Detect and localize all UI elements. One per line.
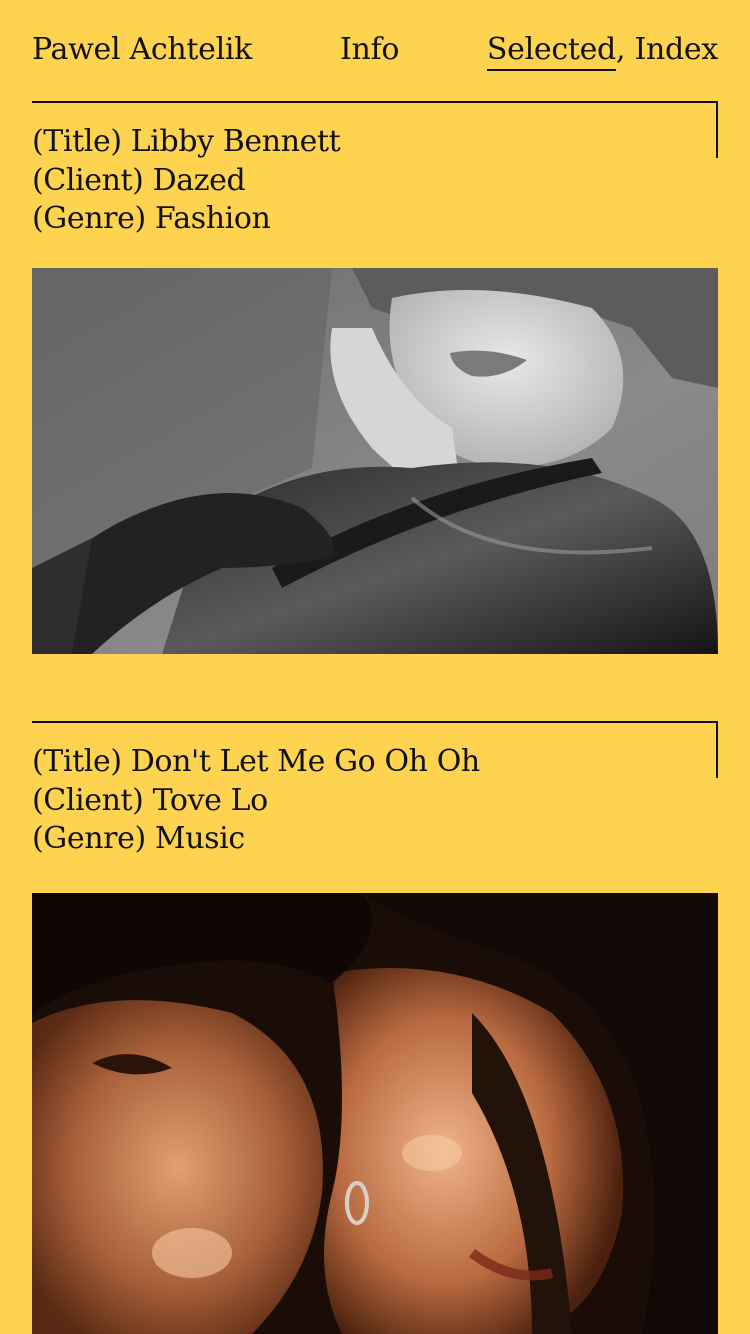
genre-label: (Genre) xyxy=(32,821,146,856)
selected-link[interactable]: Selected xyxy=(486,31,616,71)
genre-value: Fashion xyxy=(154,201,271,236)
title-value: Don't Let Me Go Oh Oh xyxy=(130,744,480,779)
genre-label: (Genre) xyxy=(32,201,146,236)
project-client: (Client) Dazed xyxy=(32,162,340,201)
client-label: (Client) xyxy=(32,162,144,198)
nav-separator: , xyxy=(615,32,626,67)
project-title: (Title) Libby Bennett xyxy=(32,123,341,162)
genre-value: Music xyxy=(154,821,245,856)
client-value: Tove Lo xyxy=(152,782,269,818)
project-title: (Title) Don't Let Me Go Oh Oh xyxy=(32,743,480,782)
project-genre: (Genre) Fashion xyxy=(32,200,340,239)
project-client: (Client) Tove Lo xyxy=(32,782,480,821)
title-value: Libby Bennett xyxy=(130,124,341,159)
client-label: (Client) xyxy=(32,782,144,818)
site-name-link[interactable]: Pawel Achtelik xyxy=(32,30,252,70)
project-meta: (Title) Libby Bennett (Client) Dazed (Ge… xyxy=(32,123,341,239)
info-link[interactable]: Info xyxy=(340,30,399,70)
title-label: (Title) xyxy=(32,744,122,779)
title-label: (Title) xyxy=(32,124,122,159)
project-genre: (Genre) Music xyxy=(32,820,480,859)
fashion-photo xyxy=(32,268,718,654)
project-image[interactable] xyxy=(32,268,718,654)
project-meta: (Title) Don't Let Me Go Oh Oh (Client) T… xyxy=(32,743,480,859)
index-link[interactable]: Index xyxy=(634,32,718,67)
music-photo xyxy=(32,893,718,1334)
client-value: Dazed xyxy=(152,162,246,198)
project-image[interactable] xyxy=(32,893,718,1334)
site-header: Pawel Achtelik Info Selected, Index xyxy=(32,30,718,74)
view-switch: Selected, Index xyxy=(486,30,718,71)
